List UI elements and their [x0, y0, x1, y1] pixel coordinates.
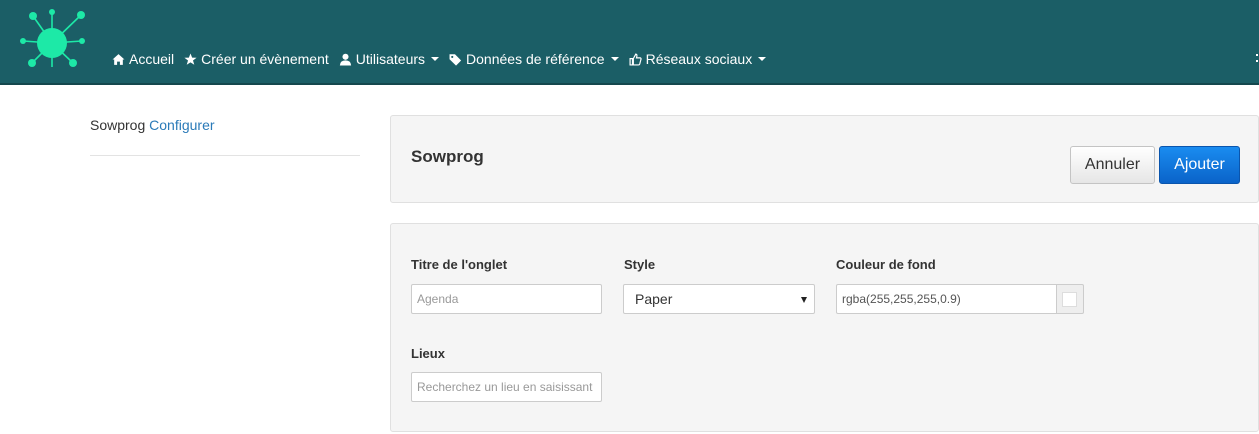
places-label: Lieux: [411, 346, 445, 361]
user-icon: [339, 53, 351, 65]
main-nav: Accueil Créer un évènement Utilisateurs …: [112, 51, 776, 67]
chevron-down-icon: [758, 57, 767, 61]
star-icon: [184, 53, 197, 65]
chevron-down-icon: [431, 57, 440, 61]
style-label: Style: [624, 257, 656, 272]
color-swatch: [1062, 292, 1077, 307]
nav-item-label: Créer un évènement: [201, 51, 329, 67]
nav-item-users[interactable]: Utilisateurs: [339, 51, 440, 67]
nav-item-accueil[interactable]: Accueil: [112, 51, 174, 67]
bg-color-input[interactable]: [836, 284, 1057, 314]
page-title: Sowprog: [411, 147, 484, 166]
sidebar-brand: Sowprog: [90, 117, 146, 133]
places-search-input[interactable]: [411, 372, 602, 402]
logo-icon[interactable]: [20, 8, 90, 72]
nav-item-label: Accueil: [129, 51, 175, 67]
sidebar-divider: [90, 155, 360, 156]
nav-item-social[interactable]: Réseaux sociaux: [629, 51, 767, 67]
nav-item-create-event[interactable]: Créer un évènement: [184, 51, 329, 67]
caret-down-icon: [801, 297, 807, 303]
style-select-value: Paper: [635, 291, 673, 307]
thumbs-up-icon: [629, 52, 642, 66]
sidebar-breadcrumb: Sowprog Configurer: [90, 117, 215, 133]
tab-title-label: Titre de l'onglet: [411, 257, 508, 272]
header-panel: Sowprog Annuler Ajouter: [390, 115, 1259, 203]
add-button[interactable]: Ajouter: [1159, 146, 1240, 184]
tag-icon: [449, 53, 462, 66]
color-picker-button[interactable]: [1057, 284, 1084, 314]
nav-item-reference-data[interactable]: Données de référence: [449, 51, 619, 67]
form-panel: Titre de l'onglet Style Paper Couleur de…: [390, 223, 1259, 432]
style-select[interactable]: Paper: [623, 284, 815, 314]
bg-color-label: Couleur de fond: [836, 257, 936, 272]
cancel-button[interactable]: Annuler: [1070, 146, 1155, 184]
top-navbar: Accueil Créer un évènement Utilisateurs …: [0, 0, 1259, 85]
nav-item-label: Données de référence: [466, 51, 605, 67]
nav-item-label: Utilisateurs: [355, 51, 426, 67]
sidebar-link-configure[interactable]: Configurer: [149, 117, 214, 133]
more-icon[interactable]: [1255, 52, 1259, 64]
chevron-down-icon: [610, 57, 619, 61]
nav-item-label: Réseaux sociaux: [645, 51, 753, 67]
home-icon: [112, 53, 125, 65]
tab-title-input[interactable]: [411, 284, 602, 314]
